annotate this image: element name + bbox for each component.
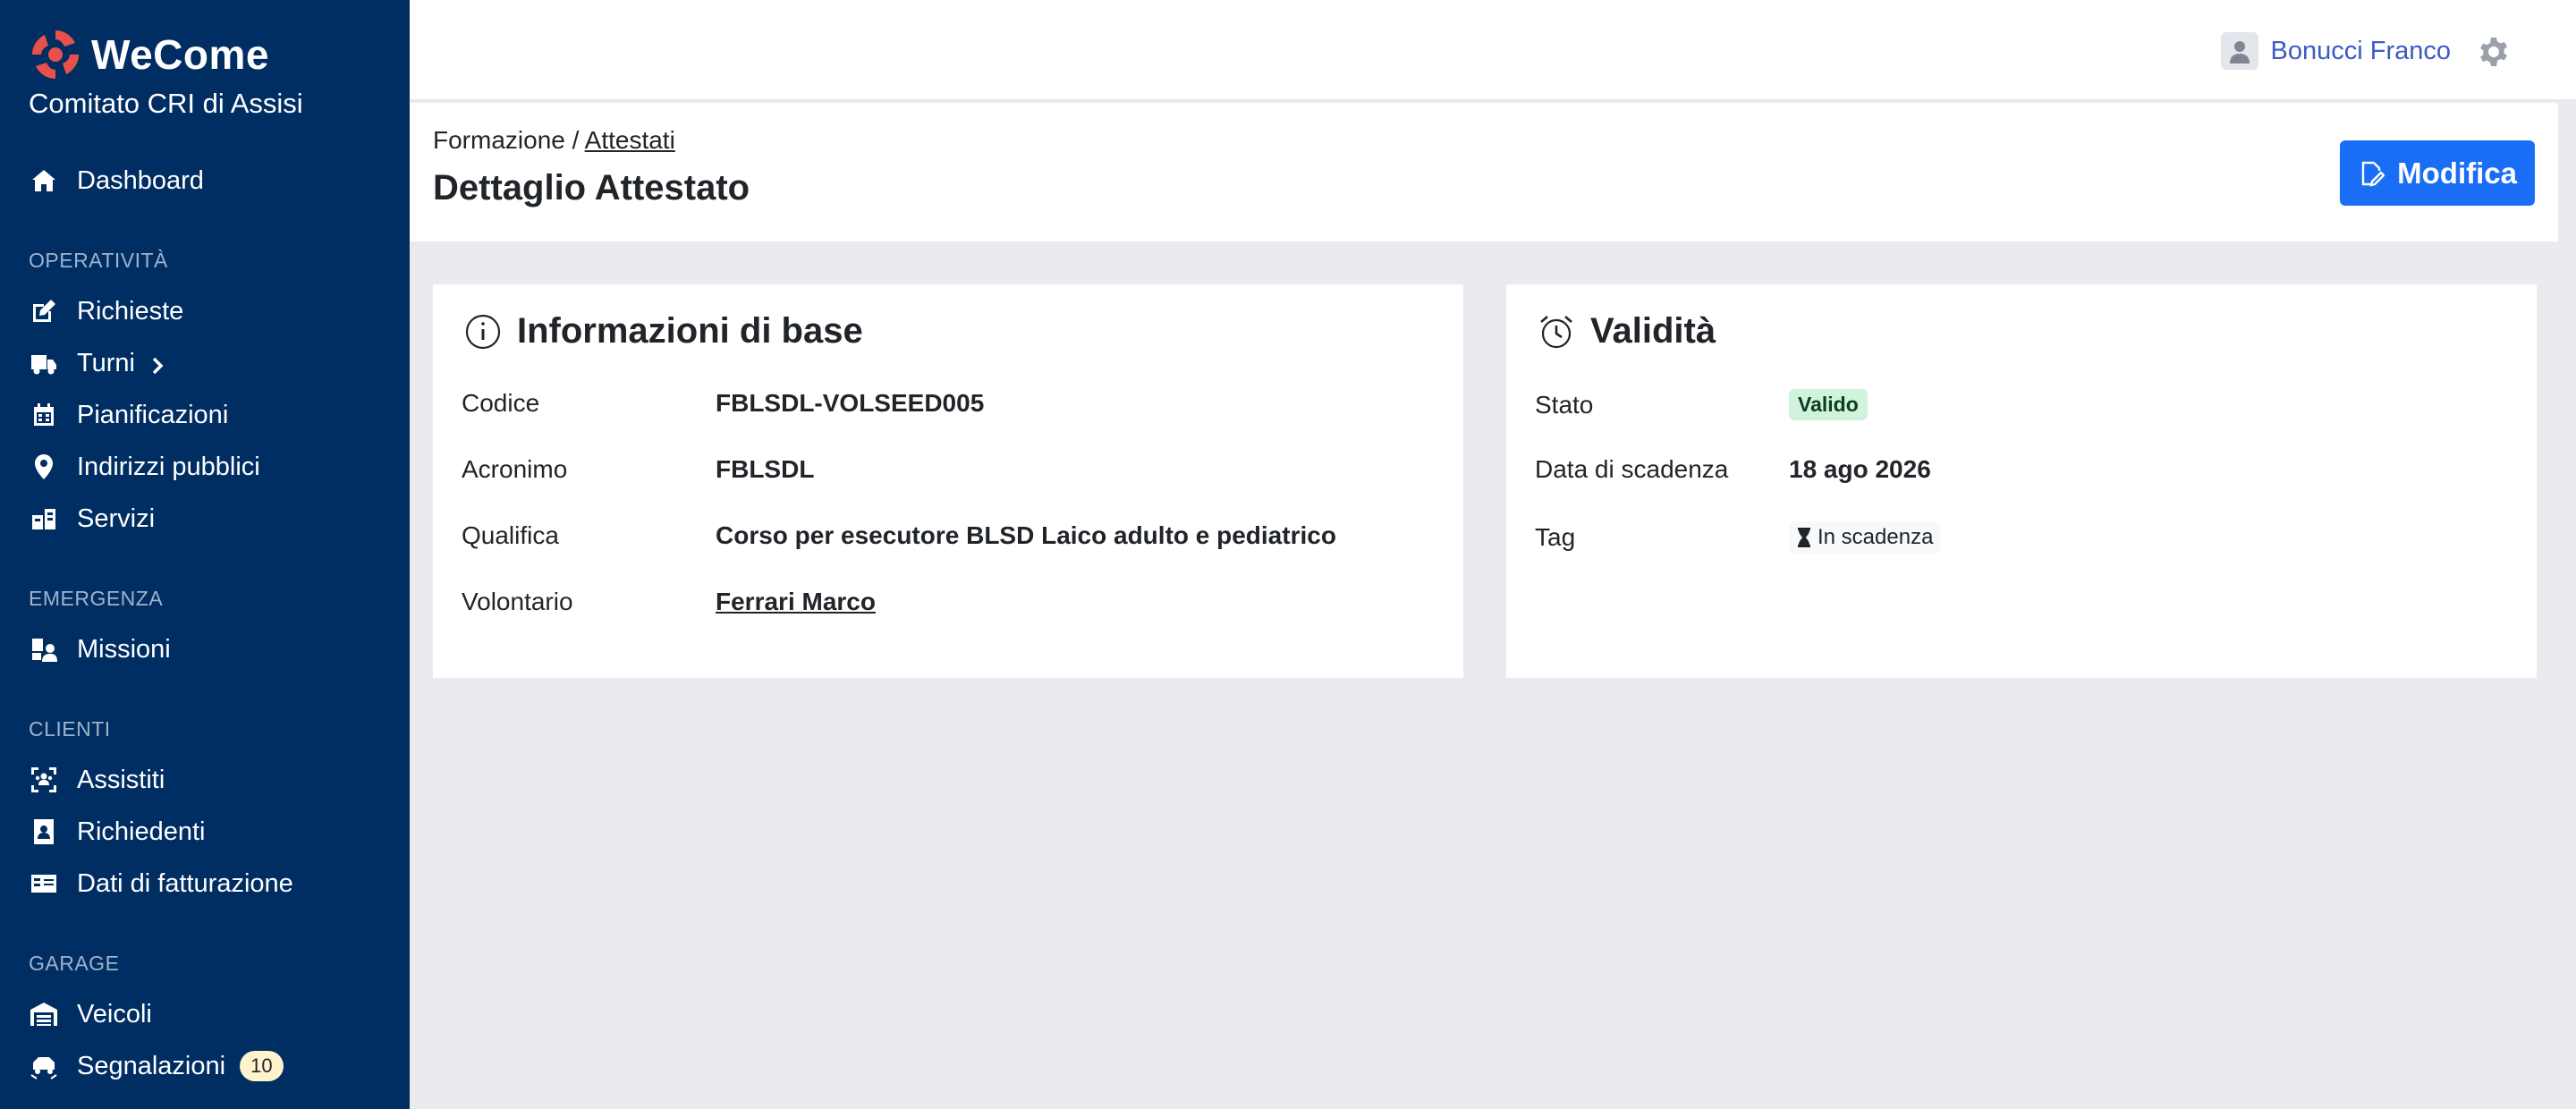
status-badge: Valido [1789,389,1868,420]
sidebar-item-segnalazioni[interactable]: Segnalazioni 10 [29,1046,284,1087]
sidebar-item-label: Dashboard [77,165,204,195]
alarm-clock-icon [1537,312,1576,351]
sidebar-item-label: Turni [77,348,135,377]
sidebar-item-richiedenti[interactable]: Richiedenti [29,811,205,852]
map-pin-icon [29,452,59,482]
sidebar-item-pianificazioni[interactable]: Pianificazioni [29,394,228,436]
settings-gear-icon[interactable] [2478,36,2510,68]
sidebar-item-veicoli[interactable]: Veicoli [29,994,152,1035]
sidebar-item-richieste[interactable]: Richieste [29,291,183,332]
page-title: Dettaglio Attestato [433,168,750,207]
breadcrumb: Formazione / Attestati [433,126,675,155]
page-header: Formazione / Attestati Dettaglio Attesta… [410,103,2558,241]
sidebar-item-servizi[interactable]: Servizi [29,498,155,539]
field-label: Acronimo [462,455,568,483]
sidebar-item-label: Richiedenti [77,817,206,846]
card-title-text: Validità [1590,311,1716,351]
sidebar-item-dashboard[interactable]: Dashboard [29,160,204,201]
sidebar-item-label: Pianificazioni [77,400,229,429]
field-label: Codice [462,389,540,417]
volunteer-link[interactable]: Ferrari Marco [716,588,876,616]
truck-icon [29,348,59,378]
sidebar-item-label: Servizi [77,504,156,533]
sidebar-item-turni[interactable]: Turni [29,343,167,384]
field-value: FBLSDL [716,455,815,483]
field-value: 18 ago 2026 [1789,455,1931,483]
sidebar-item-label: Segnalazioni [77,1051,226,1080]
sidebar-section-title: CLIENTI [29,717,111,741]
field-value: Corso per esecutore BLSD Laico adulto e … [716,521,1336,549]
tag-badge: In scadenza [1789,521,1941,554]
info-row-qualifica: Qualifica Corso per esecutore BLSD Laico… [462,521,1336,550]
brand[interactable]: WeCome Comitato CRI di Assisi [29,27,303,122]
info-row-codice: Codice FBLSDL-VOLSEED005 [462,389,984,418]
sidebar-item-label: Missioni [77,634,171,664]
tag-label: In scadenza [1818,525,1934,549]
home-icon [29,165,59,196]
field-value: FBLSDL-VOLSEED005 [716,389,985,417]
billing-card-icon [29,868,59,899]
edit-document-icon [2361,161,2385,187]
info-row-acronimo: Acronimo FBLSDL [462,455,814,484]
services-icon [29,504,59,534]
field-label: Data di scadenza [1535,455,1729,483]
brand-name: WeCome [91,31,269,78]
sidebar-item-indirizzi-pubblici[interactable]: Indirizzi pubblici [29,446,260,487]
topbar: Bonucci Franco [410,0,2576,101]
hourglass-icon [1798,528,1810,547]
basic-info-card: Informazioni di base Codice FBLSDL-VOLSE… [433,284,1463,678]
sidebar-item-assistiti[interactable]: Assistiti [29,759,165,800]
card-title: Validità [1537,311,1716,351]
validity-row-tag: Tag In scadenza [1535,521,1941,554]
breadcrumb-root: Formazione [433,126,565,154]
card-title: Informazioni di base [463,311,863,351]
sidebar-item-label: Indirizzi pubblici [77,452,260,481]
field-label: Tag [1535,523,1576,551]
card-title-text: Informazioni di base [517,311,863,351]
sidebar-section-title: OPERATIVITÀ [29,249,168,272]
edit-button-label: Modifica [2397,156,2517,190]
breadcrumb-separator: / [572,126,580,154]
validity-row-stato: Stato Valido [1535,389,1868,420]
info-circle-icon [463,312,503,351]
sidebar-item-label: Assistiti [77,765,165,794]
vehicle-report-icon [29,1051,59,1081]
user-avatar-icon [2220,32,2258,70]
breadcrumb-link-attestati[interactable]: Attestati [585,126,675,154]
sidebar-section-title: GARAGE [29,952,120,975]
calendar-icon [29,400,59,430]
edit-button[interactable]: Modifica [2340,140,2535,206]
sidebar-item-label: Veicoli [77,999,152,1029]
edit-icon [29,296,59,326]
validity-card: Validità Stato Valido Data di scadenza 1… [1506,284,2537,678]
info-row-volontario: Volontario Ferrari Marco [462,588,876,616]
sidebar: WeCome Comitato CRI di Assisi Dashboard … [0,0,410,1109]
field-label: Volontario [462,588,573,615]
sidebar-section-title: EMERGENZA [29,587,164,610]
people-scan-icon [29,765,59,795]
validity-row-scadenza: Data di scadenza 18 ago 2026 [1535,455,1931,484]
sidebar-item-label: Dati di fatturazione [77,868,293,898]
organization-name: Comitato CRI di Assisi [29,88,303,119]
sidebar-item-label: Richieste [77,296,184,326]
contact-book-icon [29,817,59,847]
user-menu[interactable]: Bonucci Franco [2220,32,2452,70]
mission-icon [29,634,59,665]
sidebar-item-missioni[interactable]: Missioni [29,629,171,670]
sidebar-item-dati-fatturazione[interactable]: Dati di fatturazione [29,863,293,904]
field-label: Qualifica [462,521,559,549]
notification-count-badge: 10 [240,1051,284,1081]
field-label: Stato [1535,390,1594,419]
garage-icon [29,999,59,1029]
chevron-right-icon [148,353,167,375]
user-name: Bonucci Franco [2270,36,2452,65]
wecome-logo [32,30,79,79]
